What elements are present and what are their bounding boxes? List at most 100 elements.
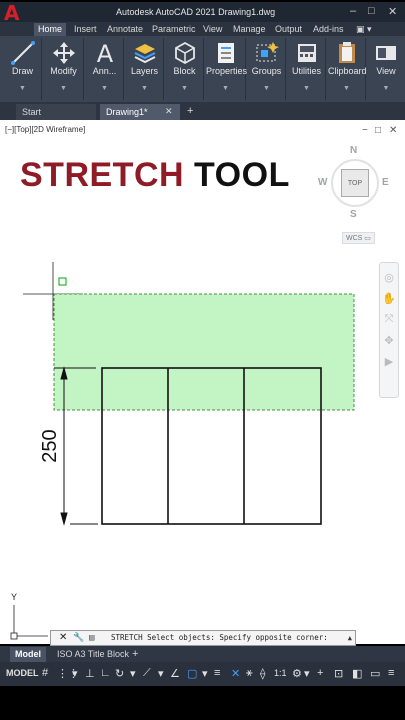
tab-output[interactable]: Output <box>271 23 306 36</box>
text-icon: A <box>96 40 113 66</box>
panel-annotation-label: Ann... <box>92 66 117 76</box>
window-title: Autodesk AutoCAD 2021 Drawing1.dwg <box>116 7 276 17</box>
panel-groups-label: Groups <box>251 66 282 76</box>
panel-annotation[interactable]: A Ann... ▼ <box>86 38 124 100</box>
panel-block-label: Block <box>173 66 196 76</box>
panel-view[interactable]: View ▼ <box>368 38 404 100</box>
customization-menu-icon[interactable]: ≡ <box>388 667 394 679</box>
workspace-gear-icon[interactable]: ⚙ <box>292 667 302 680</box>
layout-tab-iso-a3[interactable]: ISO A3 Title Block <box>52 647 134 662</box>
command-expand-icon[interactable]: ▲ <box>348 631 352 645</box>
clean-screen-icon[interactable]: ▭ <box>370 667 380 680</box>
chevron-down-icon[interactable]: ▾ <box>72 667 78 680</box>
annotation-scale-value[interactable]: 1:1 <box>274 668 287 678</box>
close-tab-icon[interactable]: ✕ <box>165 106 173 117</box>
crossing-selection-window <box>53 293 355 411</box>
line-icon <box>10 41 35 65</box>
panel-clipboard[interactable]: Clipboard ▼ <box>328 38 367 100</box>
panel-modify[interactable]: Modify ▼ <box>44 38 84 100</box>
panel-utilities[interactable]: Utilities ▼ <box>288 38 326 100</box>
drawing-canvas[interactable]: [−][Top][2D Wireframe] − □ ✕ STRETCH TOO… <box>0 120 405 644</box>
layout-tab-model[interactable]: Model <box>10 647 46 662</box>
document-tabs: Start Drawing1* ✕ + <box>0 102 405 120</box>
tab-overflow-icon[interactable]: ▣ ▾ <box>352 23 376 36</box>
panel-layers-label: Layers <box>130 66 158 76</box>
chevron-down-icon: ▼ <box>101 85 108 92</box>
chevron-down-icon[interactable]: ▾ <box>202 667 208 680</box>
tab-annotate[interactable]: Annotate <box>103 23 147 36</box>
layers-icon <box>134 44 155 64</box>
command-line[interactable]: ✕ 🔧 ▤ STRETCH Select objects: Specify op… <box>50 630 356 646</box>
chevron-down-icon[interactable]: ▾ <box>130 667 136 680</box>
groups-icon <box>256 42 279 62</box>
close-icon[interactable]: ✕ <box>388 5 397 18</box>
auto-scale-icon[interactable]: ⚹ <box>246 667 253 680</box>
tab-view[interactable]: View <box>199 23 226 36</box>
infer-constraints-icon[interactable]: ⊥ <box>85 667 95 680</box>
wrench-icon[interactable]: 🔧 <box>73 631 84 645</box>
chevron-down-icon: ▼ <box>181 85 188 92</box>
tab-manage[interactable]: Manage <box>229 23 270 36</box>
tab-parametric[interactable]: Parametric <box>148 23 200 36</box>
hardware-acceleration-icon[interactable]: ◧ <box>352 667 362 680</box>
block-icon <box>174 41 195 65</box>
command-close-icon[interactable]: ✕ <box>59 631 67 645</box>
bottom-letterbox <box>0 686 405 720</box>
annotation-visibility-icon[interactable]: ✕ <box>231 667 240 680</box>
panel-layers[interactable]: Layers ▼ <box>126 38 164 100</box>
panel-modify-label: Modify <box>50 66 77 76</box>
annotation-scale-icon[interactable]: ⟠ <box>260 667 265 680</box>
object-snap-tracking-icon[interactable]: ∠ <box>170 667 180 680</box>
panel-draw-label: Draw <box>11 66 33 76</box>
doc-tab-start[interactable]: Start <box>16 104 96 120</box>
chevron-down-icon: ▼ <box>343 85 350 92</box>
move-icon <box>52 42 75 64</box>
utilities-icon <box>297 44 316 62</box>
panel-clipboard-label: Clipboard <box>328 66 367 76</box>
grid-icon[interactable]: # <box>42 667 48 679</box>
isolate-objects-icon[interactable]: ⊡ <box>334 667 343 680</box>
panel-draw[interactable]: Draw ▼ <box>4 38 42 100</box>
command-prompt-text: STRETCH Select objects: Specify opposite… <box>111 633 328 642</box>
status-bar: MODEL # ⋮⋮ ▾ ⊥ ∟ ↻ ▾ ⟋ ▾ ∠ ▢ ▾ ≡ ✕ ⚹ ⟠ 1… <box>0 662 405 686</box>
dimension-arrow-bottom <box>60 512 68 526</box>
isodraft-icon[interactable]: ⟋ <box>143 667 151 680</box>
tab-insert[interactable]: Insert <box>70 23 101 36</box>
ribbon-tabs: Home Insert Annotate Parametric View Man… <box>0 22 405 36</box>
title-bar: A Autodesk AutoCAD 2021 Drawing1.dwg – □… <box>0 2 405 23</box>
cursor-pickbox-icon <box>58 277 67 286</box>
autocad-logo-icon[interactable]: A <box>4 3 24 23</box>
minimize-icon[interactable]: – <box>350 5 356 17</box>
ribbon: Draw ▼ Modify ▼ A Ann... ▼ Layers ▼ Bloc… <box>0 36 405 102</box>
maximize-icon[interactable]: □ <box>368 5 375 17</box>
panel-block[interactable]: Block ▼ <box>166 38 204 100</box>
chevron-down-icon: ▼ <box>382 85 390 92</box>
svg-text:A: A <box>96 40 113 66</box>
lineweight-icon[interactable]: ≡ <box>214 667 220 679</box>
model-space-toggle[interactable]: MODEL <box>6 668 39 678</box>
panel-groups[interactable]: Groups ▼ <box>248 38 286 100</box>
view-icon <box>376 46 396 60</box>
chevron-down-icon: ▼ <box>222 85 229 92</box>
chevron-down-icon: ▼ <box>303 85 310 92</box>
chevron-down-icon: ▼ <box>19 85 26 92</box>
polar-tracking-icon[interactable]: ↻ <box>115 667 124 680</box>
layout-tabs: Model ISO A3 Title Block + <box>0 646 405 662</box>
chevron-down-icon[interactable]: ▾ <box>304 667 310 680</box>
add-layout-icon[interactable]: + <box>127 647 143 662</box>
properties-icon <box>217 43 234 63</box>
panel-properties-label: Properties <box>206 66 248 76</box>
tab-add-ins[interactable]: Add-ins <box>309 23 348 36</box>
add-tab-icon[interactable]: + <box>187 105 193 117</box>
ortho-icon[interactable]: ∟ <box>100 667 111 679</box>
command-history-icon[interactable]: ▤ <box>89 631 94 645</box>
add-icon[interactable]: + <box>317 667 323 679</box>
ucs-icon <box>10 605 48 640</box>
panel-view-label: View <box>376 66 396 76</box>
ucs-y-label: Y <box>11 592 17 602</box>
panel-properties[interactable]: Properties ▼ <box>206 38 248 100</box>
tab-home[interactable]: Home <box>34 23 67 36</box>
chevron-down-icon: ▼ <box>60 85 67 92</box>
chevron-down-icon[interactable]: ▾ <box>158 667 164 680</box>
object-snap-icon[interactable]: ▢ <box>187 667 197 680</box>
